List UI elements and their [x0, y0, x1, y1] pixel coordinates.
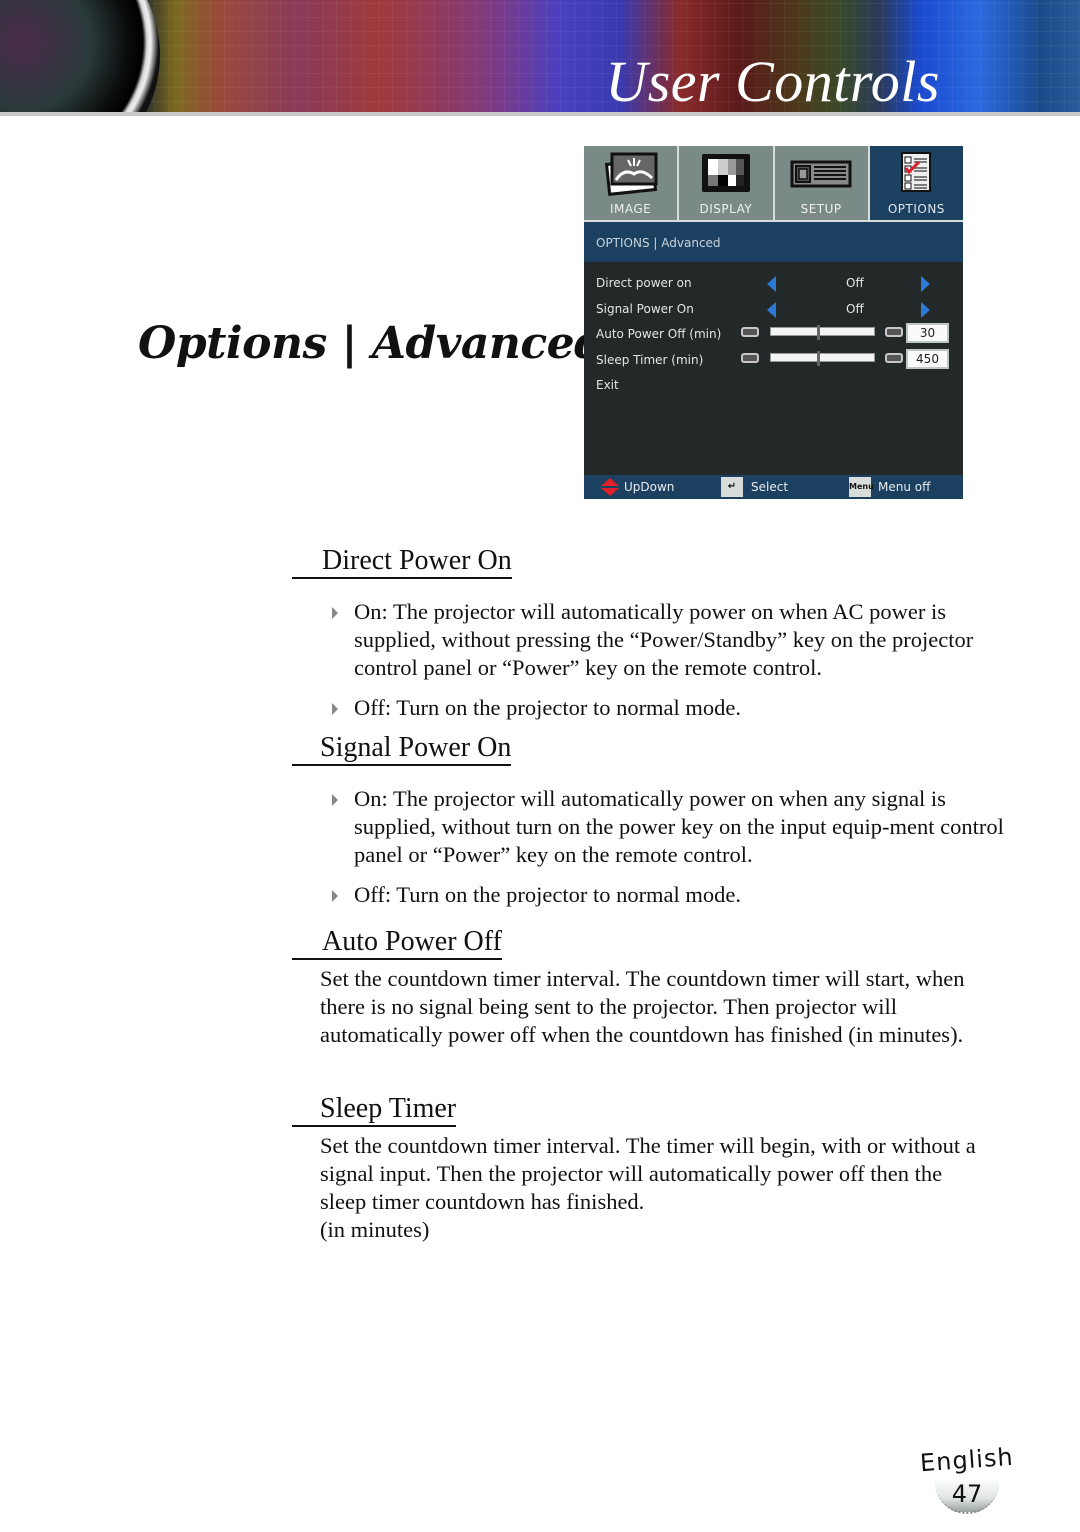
list-item: Off: Turn on the projector to normal mod… [332, 694, 1012, 722]
arrow-right-icon[interactable] [921, 301, 930, 318]
setting-label: Exit [596, 378, 619, 392]
help-menu-off: Menu off [878, 480, 931, 494]
image-icon [602, 152, 660, 200]
list-item: Off: Turn on the projector to normal mod… [332, 881, 1012, 909]
decrease-icon[interactable] [741, 327, 759, 337]
bullet-text: Off: Turn on the projector to normal mod… [354, 882, 742, 907]
page-number: 47 [951, 1480, 983, 1508]
setting-value: Off [846, 276, 864, 290]
bullet-text: On: The projector will automatically pow… [354, 599, 974, 680]
heading-auto-power-off: Auto Power Off [292, 926, 502, 960]
header-banner: User Controls [0, 0, 1080, 116]
bullet-arrow-icon [332, 607, 338, 619]
bullet-arrow-icon [332, 794, 338, 806]
list-item: On: The projector will automatically pow… [332, 785, 1012, 869]
osd-help-bar: UpDown ↵ Select Menu Menu off [584, 475, 963, 499]
osd-settings-list: Direct power on Off Signal Power On Off … [584, 262, 963, 398]
display-icon [700, 152, 752, 198]
menu-key-icon: Menu [849, 477, 874, 497]
bullet-text: Off: Turn on the projector to normal mod… [354, 695, 742, 720]
tab-setup[interactable]: SETUP [774, 146, 868, 220]
osd-tab-bar: IMAGE DISPLAY SETUP OPTIONS [584, 146, 963, 220]
tab-label: SETUP [800, 202, 842, 216]
setting-direct-power-on[interactable]: Direct power on Off [584, 270, 963, 296]
tab-label: OPTIONS [887, 202, 945, 216]
setting-value: Off [846, 301, 864, 316]
tab-options[interactable]: OPTIONS [869, 146, 963, 220]
updown-arrows-icon [600, 477, 620, 497]
projector-icon [790, 152, 852, 196]
heading-direct-power-on: Direct Power On [292, 545, 512, 579]
language-label: English [919, 1442, 1015, 1478]
bullet-arrow-icon [332, 890, 338, 902]
osd-breadcrumb: OPTIONS | Advanced [584, 220, 963, 262]
checklist-icon [901, 152, 932, 196]
enter-key-icon: ↵ [721, 477, 743, 497]
setting-exit[interactable]: Exit [584, 372, 963, 398]
setting-sleep-timer[interactable]: Sleep Timer (min) 450 [584, 347, 963, 373]
setting-signal-power-on[interactable]: Signal Power On Off [584, 296, 963, 322]
setting-label: Direct power on [596, 276, 692, 290]
paragraph-auto-power-off: Set the countdown timer interval. The co… [320, 966, 965, 1047]
setting-auto-power-off[interactable]: Auto Power Off (min) 30 [584, 321, 963, 347]
slider-track[interactable] [770, 325, 875, 340]
slider-handle[interactable] [817, 325, 820, 340]
chapter-title: User Controls [605, 49, 940, 114]
setting-value-box: 30 [906, 323, 949, 343]
list-item: On: The projector will automatically pow… [332, 598, 1012, 682]
arrow-left-icon[interactable] [767, 276, 776, 292]
page-title: Options | Advanced [138, 318, 605, 369]
setting-value-box: 450 [906, 348, 949, 369]
paragraph-sleep-timer-note: (in minutes) [320, 1217, 430, 1242]
tab-image[interactable]: IMAGE [584, 146, 678, 220]
arrow-right-icon[interactable] [921, 276, 930, 292]
increase-icon[interactable] [885, 327, 903, 337]
osd-menu: IMAGE DISPLAY SETUP OPTIONS OPTIONS | Ad… [584, 146, 963, 499]
slider-handle[interactable] [817, 350, 820, 366]
slider-track[interactable] [770, 350, 875, 366]
help-updown: UpDown [624, 480, 675, 494]
bullet-arrow-icon [332, 703, 338, 715]
setting-label: Auto Power Off (min) [596, 327, 722, 341]
help-select: Select [751, 480, 789, 494]
setting-label: Sleep Timer (min) [596, 352, 704, 367]
bullet-text: On: The projector will automatically pow… [354, 786, 1004, 867]
setting-label: Signal Power On [596, 301, 694, 316]
heading-signal-power-on: Signal Power On [292, 732, 512, 766]
tab-display[interactable]: DISPLAY [679, 146, 773, 220]
arrow-left-icon[interactable] [767, 301, 776, 318]
page-number-badge: 47 [935, 1478, 999, 1514]
tab-label: DISPLAY [699, 202, 753, 216]
paragraph-sleep-timer: Set the countdown timer interval. The ti… [320, 1133, 976, 1214]
lens-image [0, 0, 160, 116]
tab-label: IMAGE [609, 202, 652, 216]
decrease-icon[interactable] [741, 352, 759, 363]
heading-sleep-timer: Sleep Timer [292, 1093, 457, 1127]
increase-icon[interactable] [885, 352, 903, 363]
